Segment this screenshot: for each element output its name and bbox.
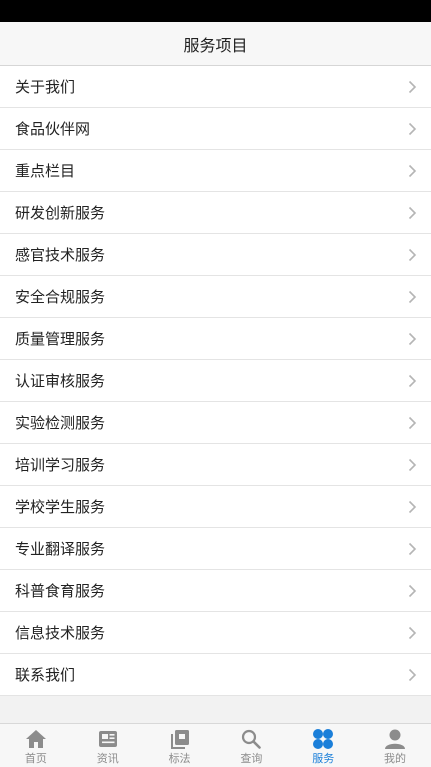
tab-label: 服务 bbox=[312, 752, 335, 765]
list-item-label: 联系我们 bbox=[15, 666, 76, 684]
tab-label: 标法 bbox=[168, 752, 191, 765]
chevron-right-icon bbox=[408, 542, 417, 556]
chevron-right-icon bbox=[408, 668, 417, 682]
tab-news[interactable]: 资讯 bbox=[72, 724, 144, 767]
home-icon bbox=[24, 727, 48, 751]
list-item-lab-testing[interactable]: 实验检测服务 bbox=[0, 402, 431, 444]
list-item-training[interactable]: 培训学习服务 bbox=[0, 444, 431, 486]
list-item-label: 食品伙伴网 bbox=[15, 120, 91, 138]
tab-label: 首页 bbox=[24, 752, 47, 765]
chevron-right-icon bbox=[408, 290, 417, 304]
list-item-label: 培训学习服务 bbox=[15, 456, 106, 474]
chevron-right-icon bbox=[408, 626, 417, 640]
list-item-key-columns[interactable]: 重点栏目 bbox=[0, 150, 431, 192]
list-item-label: 关于我们 bbox=[15, 78, 76, 96]
list-item-label: 信息技术服务 bbox=[15, 624, 106, 642]
bottom-tab-bar: 首页 资讯 标法 查询 服务 我的 bbox=[0, 723, 431, 767]
chevron-right-icon bbox=[408, 374, 417, 388]
nav-bar: 服务项目 bbox=[0, 22, 431, 66]
list-item-label: 专业翻译服务 bbox=[15, 540, 106, 558]
list-item-label: 学校学生服务 bbox=[15, 498, 106, 516]
tab-label: 资讯 bbox=[96, 752, 119, 765]
tab-standards[interactable]: 标法 bbox=[144, 724, 216, 767]
list-item-science-education[interactable]: 科普食育服务 bbox=[0, 570, 431, 612]
list-item-foodmate[interactable]: 食品伙伴网 bbox=[0, 108, 431, 150]
list-item-safety-compliance[interactable]: 安全合规服务 bbox=[0, 276, 431, 318]
list-item-quality-management[interactable]: 质量管理服务 bbox=[0, 318, 431, 360]
list-item-label: 质量管理服务 bbox=[15, 330, 106, 348]
chevron-right-icon bbox=[408, 248, 417, 262]
tab-home[interactable]: 首页 bbox=[0, 724, 72, 767]
list-item-label: 重点栏目 bbox=[15, 162, 76, 180]
tab-label: 查询 bbox=[240, 752, 263, 765]
list-item-label: 感官技术服务 bbox=[15, 246, 106, 264]
chevron-right-icon bbox=[408, 206, 417, 220]
news-icon bbox=[96, 727, 120, 751]
list-item-school-students[interactable]: 学校学生服务 bbox=[0, 486, 431, 528]
standards-icon bbox=[168, 727, 192, 751]
list-item-sensory-tech[interactable]: 感官技术服务 bbox=[0, 234, 431, 276]
list-item-translation[interactable]: 专业翻译服务 bbox=[0, 528, 431, 570]
profile-icon bbox=[383, 727, 407, 751]
tab-search[interactable]: 查询 bbox=[215, 724, 287, 767]
list-item-label: 认证审核服务 bbox=[15, 372, 106, 390]
services-icon bbox=[311, 727, 335, 751]
list-item-label: 实验检测服务 bbox=[15, 414, 106, 432]
status-bar bbox=[0, 0, 431, 22]
list-item-label: 科普食育服务 bbox=[15, 582, 106, 600]
list-item-label: 研发创新服务 bbox=[15, 204, 106, 222]
chevron-right-icon bbox=[408, 122, 417, 136]
tab-services[interactable]: 服务 bbox=[287, 724, 359, 767]
chevron-right-icon bbox=[408, 458, 417, 472]
chevron-right-icon bbox=[408, 332, 417, 346]
service-list: 关于我们 食品伙伴网 重点栏目 研发创新服务 感官技术服务 安全合规服务 质量管… bbox=[0, 66, 431, 696]
list-item-about-us[interactable]: 关于我们 bbox=[0, 66, 431, 108]
list-item-it-services[interactable]: 信息技术服务 bbox=[0, 612, 431, 654]
list-item-certification-audit[interactable]: 认证审核服务 bbox=[0, 360, 431, 402]
tab-label: 我的 bbox=[384, 752, 407, 765]
chevron-right-icon bbox=[408, 80, 417, 94]
page-title: 服务项目 bbox=[183, 35, 248, 55]
list-item-label: 安全合规服务 bbox=[15, 288, 106, 306]
chevron-right-icon bbox=[408, 416, 417, 430]
chevron-right-icon bbox=[408, 164, 417, 178]
list-item-contact-us[interactable]: 联系我们 bbox=[0, 654, 431, 696]
list-item-rd-innovation[interactable]: 研发创新服务 bbox=[0, 192, 431, 234]
chevron-right-icon bbox=[408, 500, 417, 514]
tab-profile[interactable]: 我的 bbox=[359, 724, 431, 767]
search-icon bbox=[239, 727, 263, 751]
chevron-right-icon bbox=[408, 584, 417, 598]
